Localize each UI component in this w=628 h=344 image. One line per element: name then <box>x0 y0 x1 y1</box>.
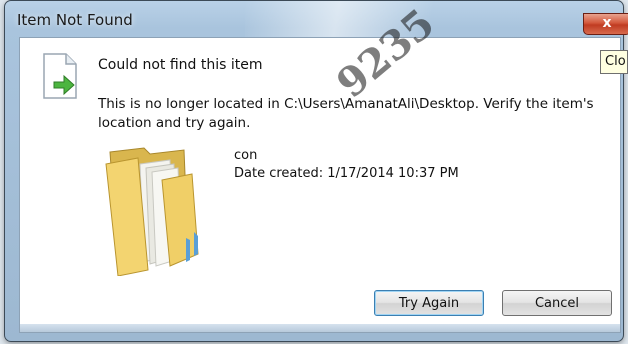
cancel-button[interactable]: Cancel <box>502 290 612 316</box>
try-again-button[interactable]: Try Again <box>374 290 484 316</box>
close-button[interactable]: x <box>583 13 628 35</box>
item-name: con <box>234 148 258 163</box>
window-title: Item Not Found <box>17 11 133 29</box>
error-heading: Could not find this item <box>98 57 263 73</box>
dialog-window: Item Not Found x Could not find this ite… <box>4 0 628 342</box>
error-message: This is no longer located in C:\Users\Am… <box>98 96 594 131</box>
dialog-content: Could not find this item This is no long… <box>19 37 621 333</box>
tooltip: Clo <box>600 50 628 74</box>
folder-icon <box>105 147 199 276</box>
title-bar[interactable]: Item Not Found x <box>15 11 628 35</box>
item-date-created: Date created: 1/17/2014 10:37 PM <box>234 166 459 181</box>
file-restore-icon <box>43 53 77 99</box>
dialog-footer <box>20 324 620 332</box>
